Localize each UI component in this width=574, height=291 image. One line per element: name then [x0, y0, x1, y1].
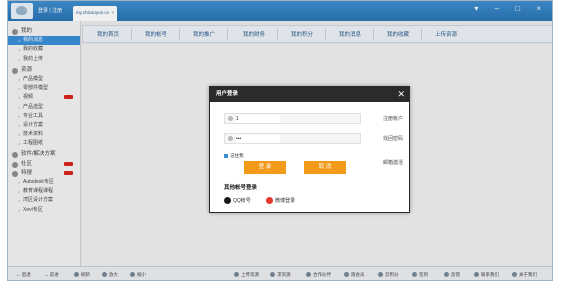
forgot-password-link[interactable]: 找回密码 — [383, 135, 403, 142]
email-activate-link[interactable]: 邮箱激活 — [383, 159, 403, 166]
lock-icon — [228, 136, 233, 141]
register-account-link[interactable]: 注册帐户 — [383, 115, 403, 122]
qq-icon — [224, 197, 231, 204]
cancel-button[interactable]: 取 消 — [304, 161, 346, 174]
checkbox-checked-icon — [224, 153, 228, 158]
weibo-icon — [266, 197, 273, 204]
username-field[interactable] — [224, 113, 361, 124]
weibo-login-button[interactable]: 微博登录 — [266, 197, 295, 204]
user-icon — [228, 116, 233, 121]
login-button[interactable]: 登 录 — [244, 161, 286, 174]
username-input[interactable] — [236, 115, 280, 123]
remember-me-checkbox[interactable]: 记住我 — [224, 153, 244, 159]
close-icon[interactable]: ✕ — [397, 88, 405, 100]
password-field[interactable] — [224, 133, 361, 144]
qq-login-button[interactable]: QQ帐号 — [224, 197, 251, 204]
password-input[interactable] — [236, 135, 280, 143]
login-dialog: 用户登录 ✕ 注册帐户 找回密码 记住我 邮箱激活 登 录 取 消 其他帐号登录… — [209, 86, 410, 213]
dialog-title: 用户登录 — [210, 87, 409, 102]
other-login-title: 其他帐号登录 — [224, 185, 258, 191]
